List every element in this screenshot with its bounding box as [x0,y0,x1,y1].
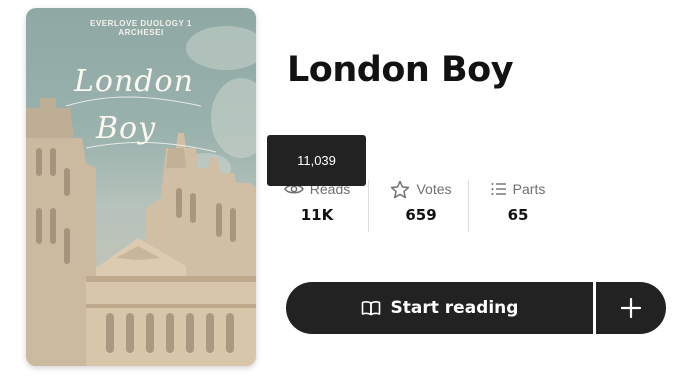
star-icon [391,180,410,198]
book-cover[interactable]: EVERLOVE DUOLOGY 1 ARCHESEI London Boy [26,8,256,366]
cover-title-line-1: London [74,64,194,99]
stat-divider [368,180,369,232]
cover-author-label: ARCHESEI [118,28,164,37]
stat-votes-label: Votes [416,181,452,197]
add-to-library-button[interactable] [596,282,666,334]
stat-parts-label: Parts [512,181,546,197]
stat-votes-value: 659 [405,206,437,224]
plus-icon [621,298,641,318]
stat-parts: Parts 65 [473,176,563,234]
cover-series-label: EVERLOVE DUOLOGY 1 [90,19,192,28]
book-title: London Boy [287,50,514,90]
reads-tooltip: 11,039 [267,135,366,186]
cover-artwork [26,26,256,366]
story-page: EVERLOVE DUOLOGY 1 ARCHESEI London Boy L… [0,0,698,384]
stat-parts-value: 65 [507,206,529,224]
book-open-icon [361,301,380,316]
reads-tooltip-text: 11,039 [297,153,336,168]
stat-votes: Votes 659 [373,176,469,234]
stat-reads-value: 11K [300,206,334,224]
cover-title-line-2: Boy [96,111,157,146]
stat-divider [468,180,469,232]
start-reading-label: Start reading [390,298,519,318]
start-reading-button[interactable]: Start reading [286,282,593,334]
list-icon [491,183,506,195]
